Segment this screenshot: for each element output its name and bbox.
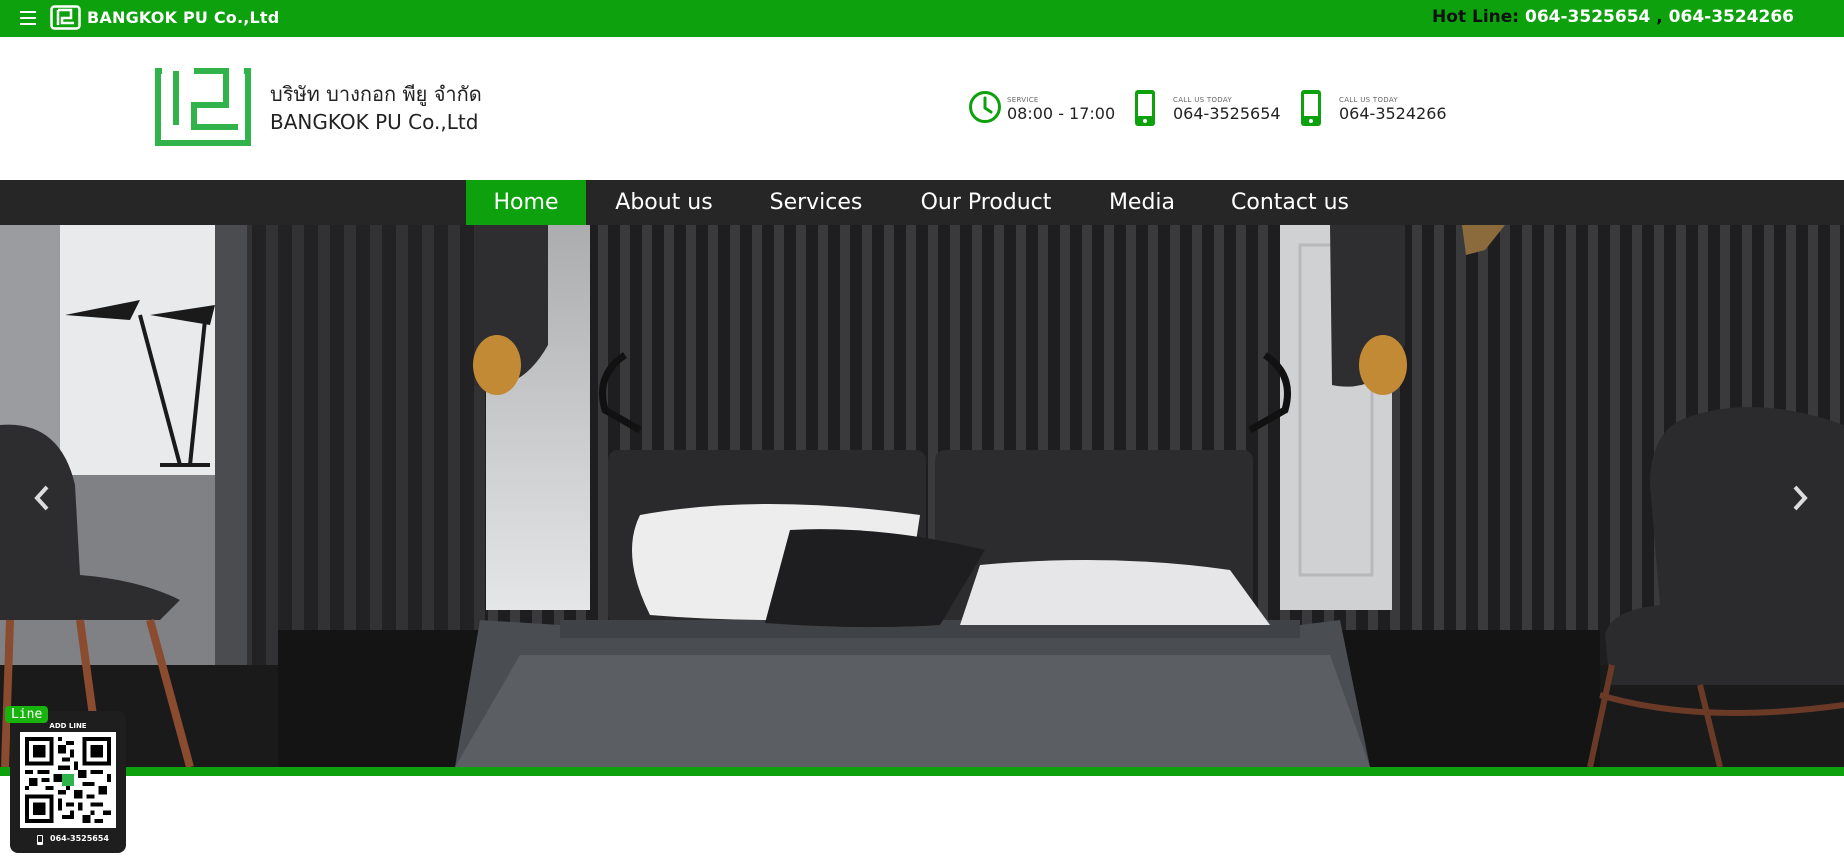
- mobile-phone-icon: [37, 835, 43, 845]
- hotline-label: Hot Line:: [1432, 7, 1520, 27]
- chevron-right-icon[interactable]: [1788, 483, 1812, 513]
- hero-image: [0, 225, 1844, 767]
- nav-our-product[interactable]: Our Product: [908, 180, 1064, 225]
- service-caption: SERVICE: [1007, 96, 1039, 104]
- nav-contact-us[interactable]: Contact us: [1222, 180, 1358, 225]
- company-logo[interactable]: [154, 67, 252, 147]
- line-badge[interactable]: Line: [5, 706, 49, 723]
- top-brand-name[interactable]: BANGKOK PU Co.,Ltd: [87, 8, 279, 27]
- call-caption-2: CALL US TODAY: [1339, 96, 1398, 104]
- page: BANGKOK PU Co.,Ltd Hot Line: 064-3525654…: [0, 0, 1844, 866]
- call-block-1: CALL US TODAY 064-3525654: [1134, 90, 1281, 128]
- hotline: Hot Line: 064-3525654 , 064-3524266: [1432, 7, 1794, 27]
- call-number-1[interactable]: 064-3525654: [1173, 104, 1281, 123]
- mini-logo-icon[interactable]: [50, 5, 81, 30]
- line-qr-widget[interactable]: Line ADD LINE 064-3525654: [5, 706, 126, 853]
- company-name-thai: บริษัท บางกอก พียู จำกัด: [270, 82, 482, 106]
- top-bar: BANGKOK PU Co.,Ltd Hot Line: 064-3525654…: [0, 0, 1844, 37]
- below-hero-section: [0, 776, 1844, 866]
- qr-code-image: [25, 737, 111, 823]
- hotline-number-2[interactable]: 064-3524266: [1669, 7, 1794, 27]
- line-phone-number[interactable]: 064-3525654: [50, 834, 109, 843]
- nav-media[interactable]: Media: [1100, 180, 1184, 225]
- nav-home[interactable]: Home: [466, 180, 586, 225]
- company-name-english: BANGKOK PU Co.,Ltd: [270, 110, 479, 134]
- nav-services[interactable]: Services: [756, 180, 876, 225]
- hamburger-icon[interactable]: [20, 11, 36, 25]
- hero-bottom-divider: [0, 767, 1844, 776]
- nav-about-us[interactable]: About us: [601, 180, 727, 225]
- qr-code[interactable]: [20, 732, 116, 828]
- call-number-2[interactable]: 064-3524266: [1339, 104, 1447, 123]
- hotline-separator: ,: [1650, 7, 1669, 27]
- service-hours: 08:00 - 17:00: [1007, 104, 1116, 123]
- chevron-left-icon[interactable]: [30, 483, 54, 513]
- call-block-2: CALL US TODAY 064-3524266: [1300, 90, 1447, 128]
- mobile-phone-icon: [1135, 90, 1155, 126]
- hero-slider[interactable]: [0, 225, 1844, 767]
- service-hours-block: SERVICE 08:00 - 17:00: [968, 90, 1115, 128]
- add-line-caption: ADD LINE: [49, 722, 87, 730]
- clock-icon: [969, 91, 1001, 123]
- site-header: บริษัท บางกอก พียู จำกัด BANGKOK PU Co.,…: [0, 37, 1844, 180]
- mobile-phone-icon: [1301, 90, 1321, 126]
- call-caption-1: CALL US TODAY: [1173, 96, 1232, 104]
- main-navbar: Home About us Services Our Product Media…: [0, 180, 1844, 225]
- hotline-number-1[interactable]: 064-3525654: [1525, 7, 1650, 27]
